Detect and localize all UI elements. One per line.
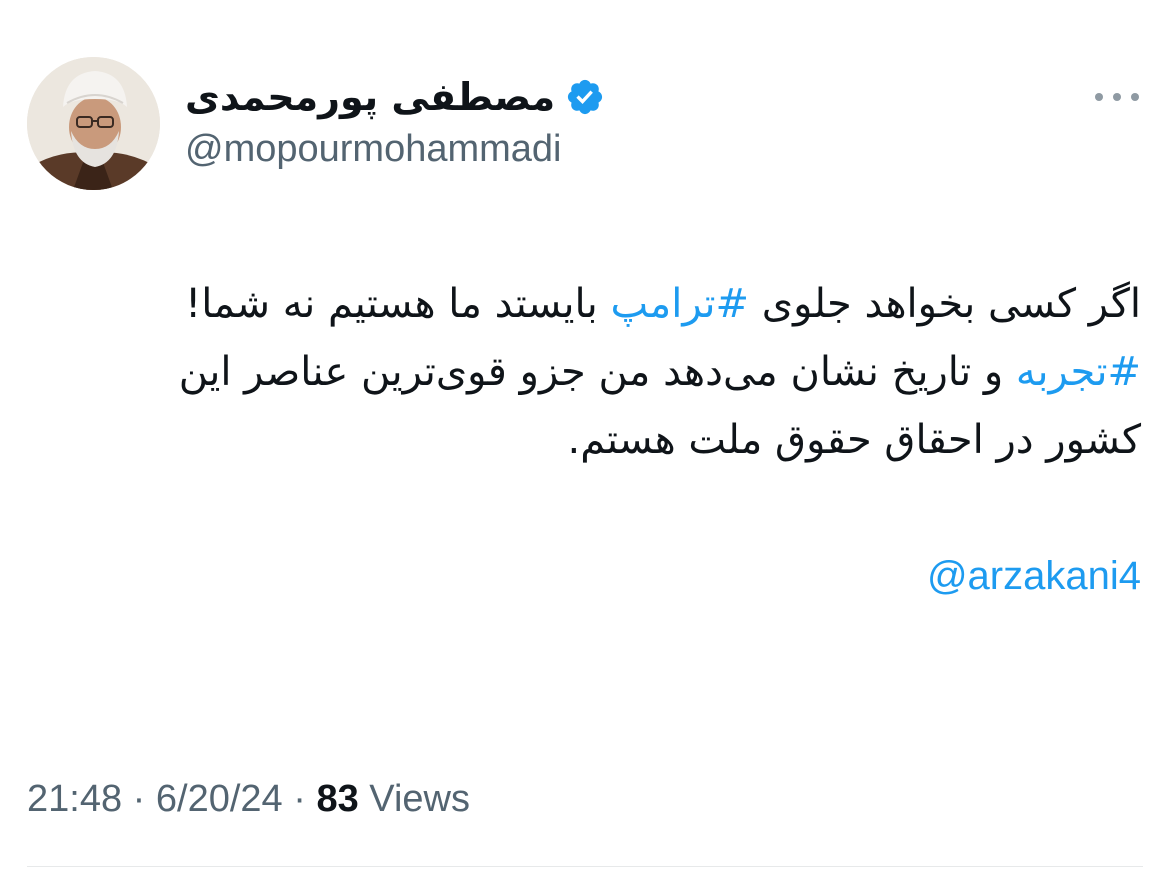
meta-separator: · [122,778,156,820]
tweet-text-segment: اگر کسی بخواهد جلوی [749,281,1141,327]
tweet-line-3: کشور در احقاق حقوق ملت هستم. [567,417,1142,463]
views-count: 83 [316,778,359,820]
meta-separator: · [282,778,317,820]
more-dot-icon [1113,93,1121,101]
hashtag-link[interactable]: #ترامپ [611,281,750,327]
tweet-text: اگر کسی بخواهد جلوی #ترامپ بایستد ما هست… [30,270,1141,610]
avatar-image [27,57,160,190]
author-name-row[interactable]: مصطفی پورمحمدی [185,66,605,128]
author-handle[interactable]: @mopourmohammadi [185,128,562,171]
more-dot-icon [1131,93,1139,101]
tweet-line-2: #تجربه و تاریخ نشان می‌دهد من جزو قوی‌تر… [30,338,1141,406]
tweet-text-segment: و تاریخ نشان می‌دهد من جزو قوی‌ترین عناص… [178,349,1016,395]
tweet-mention-line: @arzakani4 [30,542,1141,610]
tweet-line-1: اگر کسی بخواهد جلوی #ترامپ بایستد ما هست… [30,270,1141,338]
tweet-meta: 21:48 · 6/20/24 · 83 Views [27,778,470,821]
verified-badge-icon [568,79,603,115]
mention-link[interactable]: @arzakani4 [927,554,1141,598]
author-display-name[interactable]: مصطفی پورمحمدی [185,75,555,119]
views-label: Views [358,778,470,820]
more-dot-icon [1095,93,1103,101]
tweet-date[interactable]: 6/20/24 [156,778,283,820]
divider [27,866,1143,867]
more-options-button[interactable] [1093,86,1141,108]
hashtag-link[interactable]: #تجربه [1016,349,1141,395]
author-avatar[interactable] [27,57,160,190]
tweet-text-segment: بایستد ما هستیم نه شما! [185,281,611,327]
tweet-time[interactable]: 21:48 [27,778,122,820]
